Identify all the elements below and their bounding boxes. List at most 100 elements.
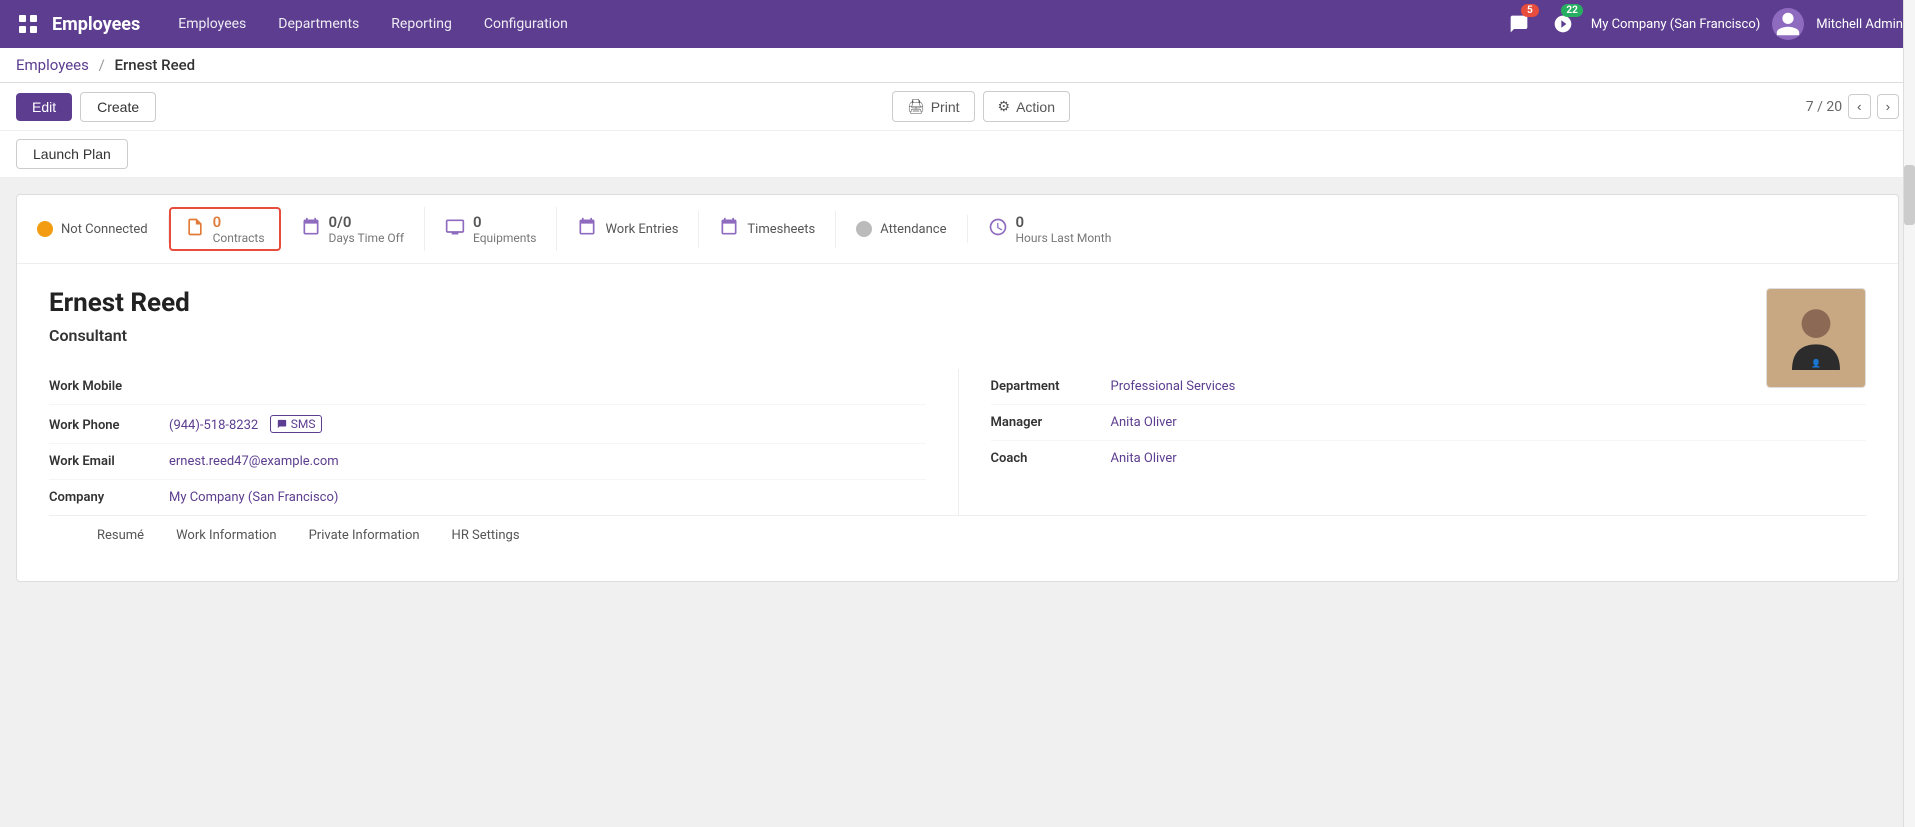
- print-label: Print: [931, 99, 960, 115]
- secondary-bar: Launch Plan: [0, 131, 1915, 178]
- hours-num: 0: [1016, 213, 1112, 231]
- work-phone-label: Work Phone: [49, 418, 169, 433]
- action-label: Action: [1016, 99, 1055, 115]
- not-connected-label: Not Connected: [61, 222, 148, 237]
- nav-configuration[interactable]: Configuration: [470, 10, 582, 38]
- print-button[interactable]: 🖨 Print: [892, 91, 975, 122]
- not-connected-icon: [37, 221, 53, 237]
- stat-timesheets[interactable]: Timesheets: [699, 211, 836, 248]
- app-name: Employees: [52, 14, 140, 35]
- activity-badge: 22: [1561, 4, 1582, 17]
- breadcrumb-separator: /: [99, 56, 105, 74]
- sms-button[interactable]: SMS: [270, 415, 323, 433]
- field-manager: Manager Anita Oliver: [991, 405, 1867, 441]
- stat-contracts[interactable]: 0 Contracts: [169, 207, 281, 251]
- equipments-num: 0: [473, 213, 536, 231]
- scrollbar-track[interactable]: [1903, 0, 1915, 827]
- pagination: 7 / 20 ‹ ›: [1806, 94, 1899, 119]
- hours-label: Hours Last Month: [1016, 231, 1112, 245]
- stat-attendance[interactable]: Attendance: [836, 215, 967, 243]
- pagination-text: 7 / 20: [1806, 99, 1842, 115]
- work-mobile-label: Work Mobile: [49, 379, 169, 394]
- nav-reporting[interactable]: Reporting: [377, 10, 466, 38]
- user-name: Mitchell Admin: [1816, 17, 1903, 32]
- time-off-label: Days Time Off: [329, 231, 404, 245]
- contracts-num: 0: [213, 213, 265, 231]
- chat-badge: 5: [1521, 4, 1539, 17]
- employee-photo: 👤: [1766, 288, 1866, 388]
- tab-resume[interactable]: Resumé: [81, 516, 160, 557]
- coach-label: Coach: [991, 451, 1111, 466]
- nav-employees[interactable]: Employees: [164, 10, 260, 38]
- field-company: Company My Company (San Francisco): [49, 480, 926, 515]
- field-coach: Coach Anita Oliver: [991, 441, 1867, 476]
- work-entries-label: Work Entries: [605, 222, 678, 237]
- app-grid-icon[interactable]: [12, 8, 44, 40]
- equipments-icon: [445, 217, 465, 242]
- user-avatar[interactable]: [1772, 8, 1804, 40]
- stat-hours-last-month[interactable]: 0 Hours Last Month: [968, 207, 1132, 251]
- tab-hr-settings[interactable]: HR Settings: [436, 516, 536, 557]
- record-card: Not Connected 0 Contracts 0/0 D: [16, 194, 1899, 582]
- company-name: My Company (San Francisco): [1591, 17, 1760, 32]
- stat-not-connected[interactable]: Not Connected: [37, 215, 169, 243]
- tab-private-information[interactable]: Private Information: [293, 516, 436, 557]
- work-email-label: Work Email: [49, 454, 169, 469]
- field-work-email: Work Email ernest.reed47@example.com: [49, 444, 926, 480]
- nav-departments[interactable]: Departments: [264, 10, 373, 38]
- coach-value[interactable]: Anita Oliver: [1111, 451, 1177, 466]
- department-value[interactable]: Professional Services: [1111, 379, 1236, 394]
- time-off-num: 0/0: [329, 213, 404, 231]
- action-bar: Edit Create 🖨 Print ⚙ Action 7 / 20 ‹ ›: [0, 83, 1915, 131]
- next-page-button[interactable]: ›: [1877, 94, 1899, 119]
- contracts-icon: [185, 217, 205, 242]
- top-menu: Employees Departments Reporting Configur…: [164, 10, 1503, 38]
- fields-left: Work Mobile Work Phone (944)-518-8232 SM…: [49, 369, 958, 515]
- edit-button[interactable]: Edit: [16, 93, 72, 121]
- work-entries-icon: [577, 217, 597, 242]
- contracts-label: Contracts: [213, 231, 265, 245]
- work-phone-value[interactable]: (944)-518-8232: [169, 418, 258, 433]
- attendance-icon: [856, 221, 872, 237]
- field-work-phone: Work Phone (944)-518-8232 SMS: [49, 405, 926, 444]
- create-button[interactable]: Create: [80, 92, 156, 122]
- manager-label: Manager: [991, 415, 1111, 430]
- employee-photo-placeholder: 👤: [1767, 289, 1865, 387]
- profile-area: 👤 Ernest Reed Consultant Work Mobile Wor…: [17, 264, 1898, 581]
- timesheets-label: Timesheets: [747, 222, 815, 237]
- breadcrumb-parent[interactable]: Employees: [16, 56, 89, 74]
- breadcrumb-current: Ernest Reed: [115, 56, 196, 74]
- prev-page-button[interactable]: ‹: [1848, 94, 1870, 119]
- stat-equipments[interactable]: 0 Equipments: [425, 207, 557, 251]
- stat-time-off[interactable]: 0/0 Days Time Off: [281, 207, 425, 251]
- company-value[interactable]: My Company (San Francisco): [169, 490, 338, 505]
- field-department: Department Professional Services: [991, 369, 1867, 405]
- chat-notification-button[interactable]: 5: [1503, 8, 1535, 40]
- employee-name: Ernest Reed: [49, 288, 1866, 318]
- main-content: Not Connected 0 Contracts 0/0 D: [0, 178, 1915, 598]
- svg-text:👤: 👤: [1811, 358, 1821, 368]
- attendance-label: Attendance: [880, 222, 946, 237]
- stats-bar: Not Connected 0 Contracts 0/0 D: [17, 195, 1898, 264]
- scrollbar-thumb[interactable]: [1904, 165, 1915, 225]
- breadcrumb: Employees / Ernest Reed: [0, 48, 1915, 83]
- tabs-bar: Resumé Work Information Private Informat…: [49, 515, 1866, 557]
- fields-right: Department Professional Services Manager…: [958, 369, 1867, 515]
- hours-icon: [988, 217, 1008, 242]
- manager-value[interactable]: Anita Oliver: [1111, 415, 1177, 430]
- timesheets-icon: [719, 217, 739, 242]
- employee-job-title: Consultant: [49, 326, 1866, 345]
- field-work-mobile: Work Mobile: [49, 369, 926, 405]
- tab-work-information[interactable]: Work Information: [160, 516, 293, 557]
- activity-notification-button[interactable]: 22: [1547, 8, 1579, 40]
- equipments-label: Equipments: [473, 231, 536, 245]
- time-off-icon: [301, 217, 321, 242]
- print-icon: 🖨: [907, 98, 925, 115]
- launch-plan-button[interactable]: Launch Plan: [16, 139, 128, 169]
- fields-grid: Work Mobile Work Phone (944)-518-8232 SM…: [49, 369, 1866, 515]
- company-label: Company: [49, 490, 169, 505]
- gear-icon: ⚙: [998, 98, 1011, 115]
- action-button[interactable]: ⚙ Action: [983, 91, 1070, 122]
- stat-work-entries[interactable]: Work Entries: [557, 211, 699, 248]
- work-email-value[interactable]: ernest.reed47@example.com: [169, 454, 339, 469]
